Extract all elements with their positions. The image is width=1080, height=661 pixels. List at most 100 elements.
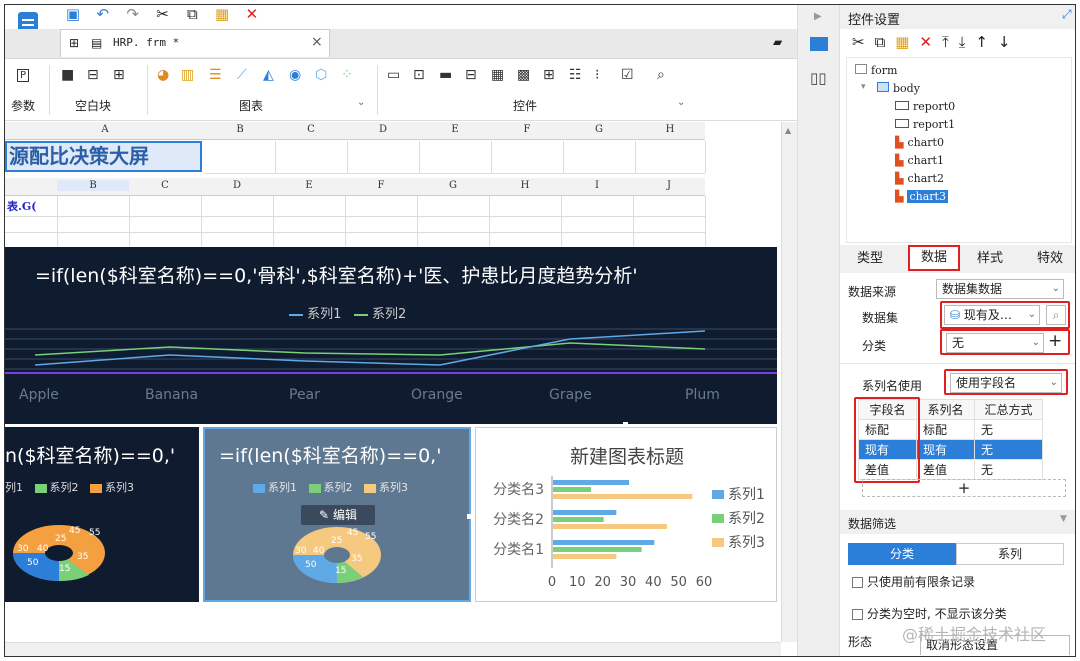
svg-text:40: 40: [313, 546, 325, 556]
scatter-chart-icon[interactable]: ⁘: [341, 67, 353, 83]
label-widget-icon[interactable]: ▭: [387, 67, 400, 83]
cut-icon[interactable]: ✂: [852, 33, 875, 51]
legend-label-1: 系列1: [728, 487, 765, 503]
button-widget-icon[interactable]: ▬: [439, 67, 452, 83]
layout-icon[interactable]: ▯▯: [810, 69, 827, 87]
ribbon-group-param: 参数: [11, 99, 36, 113]
checkbox-widget-icon[interactable]: ☑: [621, 67, 634, 83]
combo-widget-icon[interactable]: ⊟: [465, 67, 477, 83]
gauge-chart-icon[interactable]: ◉: [289, 67, 301, 83]
tree-item-form[interactable]: form: [855, 64, 897, 77]
date-widget-icon[interactable]: ▦: [491, 67, 504, 83]
radar-chart-icon[interactable]: ⬡: [315, 67, 327, 83]
resize-handle-2[interactable]: [467, 514, 472, 519]
move-up-icon[interactable]: ↑: [975, 33, 998, 51]
filter-tab-category[interactable]: 分类: [848, 543, 956, 565]
filter-tab-series[interactable]: 系列: [956, 543, 1064, 565]
tree-item-chart1[interactable]: ▙ chart1: [895, 154, 944, 167]
number-widget-icon[interactable]: ⊞: [543, 67, 555, 83]
area-chart-icon[interactable]: ◭: [263, 67, 274, 83]
legend-label-3: 系列3: [728, 535, 765, 551]
tree-item-chart3[interactable]: ▙ chart3: [895, 190, 948, 203]
move-top-icon[interactable]: ⤒: [942, 33, 959, 51]
file-tab[interactable]: ⊞ ▤ HRP. frm * ×: [60, 29, 330, 57]
tree-item-chart2[interactable]: ▙ chart2: [895, 172, 944, 185]
pie-chart-icon[interactable]: ◕: [157, 67, 169, 83]
expand-icon[interactable]: ⤢: [1062, 7, 1072, 22]
paste-icon[interactable]: ▦: [895, 33, 919, 51]
tree-item-report1[interactable]: report1: [895, 118, 955, 131]
split-h-icon[interactable]: ⊟: [87, 67, 99, 83]
list-widget-icon[interactable]: ☷: [569, 67, 582, 83]
cut-icon[interactable]: ✂: [149, 5, 175, 23]
column-header-inner: B C D E F G H I J: [5, 178, 705, 196]
chart2-panel[interactable]: =if(len($科室名称)==0,' 系列1 系列2 系列3 ✎ 编辑 30 …: [203, 427, 471, 602]
bar-2-1: [553, 510, 617, 515]
chart0-panel[interactable]: =if(len($科室名称)==0,'骨科',$科室名称)+'医、护患比月度趋势…: [5, 247, 777, 424]
data-source-label: 数据来源: [848, 285, 897, 299]
vertical-scrollbar[interactable]: ▲: [781, 122, 797, 642]
delete-icon[interactable]: ✕: [239, 5, 265, 23]
data-source-select[interactable]: 数据集数据 ⌄: [936, 279, 1064, 299]
chart3-plot: 分类名1 分类名2 分类名3 0 10 20 30 40 50 60 系列1 系列2 系列3: [493, 476, 765, 590]
x-tick-30: 30: [620, 575, 637, 590]
hbar-chart-icon[interactable]: ☰: [209, 67, 222, 83]
panel-title: 控件设置: [848, 13, 901, 28]
horizontal-scrollbar[interactable]: [5, 642, 781, 656]
bar-chart-icon[interactable]: ▥: [181, 67, 194, 83]
undo-icon[interactable]: ↶: [90, 5, 116, 23]
chart1-legend: 列1 系列2 系列3: [5, 481, 134, 494]
tab-effect[interactable]: 特效: [1030, 249, 1070, 269]
chart1-panel[interactable]: n($科室名称)==0,' 列1 系列2 系列3 30 40 50 25 15 …: [5, 427, 199, 602]
widget-settings-icon[interactable]: [810, 37, 828, 51]
pin-icon[interactable]: ▰: [773, 35, 782, 49]
chart3-panel[interactable]: 新建图表标题 分类名1 分类名2 分类名3 0 10 20 30 40 50 60 系列1 系列2 系列…: [475, 427, 777, 602]
move-down-icon[interactable]: ↓: [998, 33, 1021, 51]
chart2-title: =if(len($科室名称)==0,': [219, 445, 442, 467]
grid-icon: ⊞: [69, 36, 80, 50]
textbox-widget-icon[interactable]: ⊡: [413, 67, 425, 83]
block-icon[interactable]: ■: [61, 67, 74, 83]
move-bottom-icon[interactable]: ⤓: [959, 33, 976, 51]
split-grid-icon[interactable]: ⊞: [113, 67, 125, 83]
widget-tree[interactable]: form ▾ body report0 report1 ▙ chart0 ▙ cha…: [846, 57, 1072, 243]
redo-icon[interactable]: ↷: [120, 5, 146, 23]
tab-data[interactable]: 数据: [908, 245, 960, 271]
close-tab-button[interactable]: ×: [311, 34, 323, 50]
calendar-widget-icon[interactable]: ▩: [517, 67, 530, 83]
tree-item-report0[interactable]: report0: [895, 100, 955, 113]
search-widget-icon[interactable]: ⌕: [657, 67, 665, 83]
limit-records-checkbox[interactable]: 只使用前有限条记录: [852, 573, 975, 590]
svg-text:45: 45: [69, 526, 80, 536]
save-icon[interactable]: ▣: [60, 5, 86, 23]
edit-button[interactable]: ✎ 编辑: [301, 505, 375, 525]
formula-cell[interactable]: 表.G(: [7, 198, 36, 214]
tree-item-body[interactable]: body: [877, 82, 920, 95]
copy-icon[interactable]: ⧉: [179, 5, 205, 23]
tree-item-chart0[interactable]: ▙ chart0: [895, 136, 944, 149]
radio-widget-icon[interactable]: ⁝: [595, 67, 599, 83]
copy-icon[interactable]: ⧉: [875, 33, 896, 51]
svg-text:25: 25: [55, 534, 66, 544]
add-field-button[interactable]: +: [862, 479, 1066, 497]
dataset-label: 数据集: [862, 311, 899, 325]
paste-icon[interactable]: ▦: [209, 5, 235, 23]
widget-more-icon[interactable]: ⌄: [677, 97, 685, 108]
design-canvas[interactable]: A B C D E F G H 源配比决策大屏 B C D E F G H I: [5, 122, 781, 642]
collapse-icon[interactable]: ▼: [1060, 514, 1067, 524]
title-cell[interactable]: 源配比决策大屏: [5, 141, 202, 172]
tab-style[interactable]: 样式: [970, 249, 1010, 269]
category-label-3: 分类名3: [493, 482, 544, 498]
collapse-arrow-icon[interactable]: ▶: [814, 11, 822, 22]
tab-type[interactable]: 类型: [850, 249, 890, 269]
filter-section-header[interactable]: 数据筛选 ▼: [840, 510, 1075, 534]
delete-icon[interactable]: ✕: [919, 33, 942, 51]
line-chart-icon[interactable]: ⟋: [237, 67, 247, 83]
filter-title: 数据筛选: [848, 517, 897, 531]
svg-text:55: 55: [89, 528, 100, 538]
hide-empty-checkbox[interactable]: 分类为空时, 不显示该分类: [852, 605, 1007, 622]
parameter-icon[interactable]: P: [17, 69, 30, 82]
chart1-donut: 30 40 50 25 15 35 45 55: [13, 525, 105, 582]
ribbon-group-widget: 控件: [513, 99, 538, 113]
chart-more-icon[interactable]: ⌄: [357, 97, 365, 108]
